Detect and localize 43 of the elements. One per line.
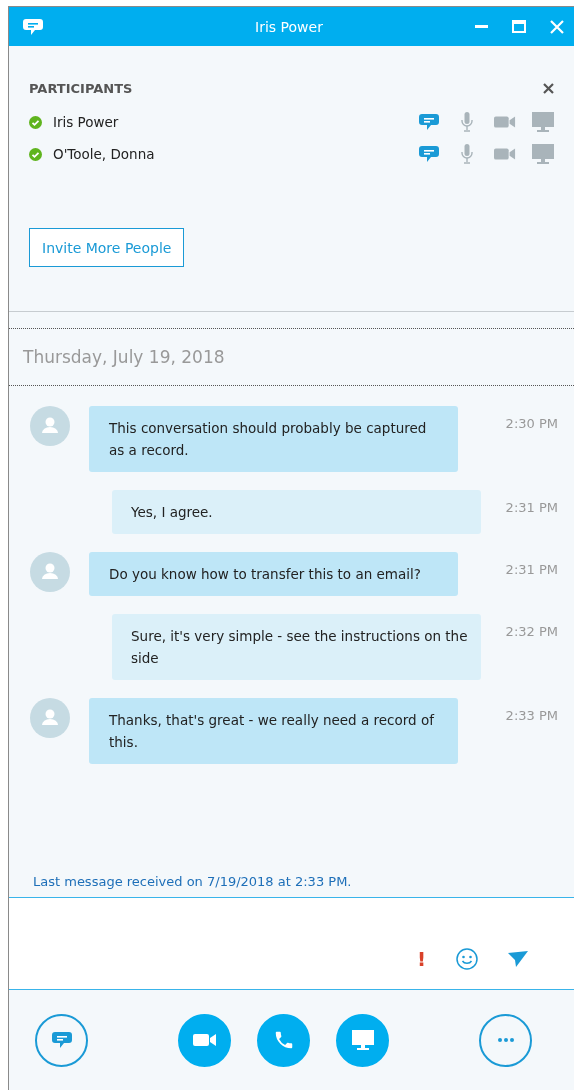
speech-bubble-icon — [23, 17, 43, 36]
close-icon[interactable] — [543, 83, 554, 94]
participant-name[interactable]: O'Toole, Donna — [53, 146, 155, 162]
send-icon[interactable] — [508, 951, 528, 967]
video-button[interactable] — [178, 1013, 231, 1067]
call-button[interactable] — [257, 1013, 310, 1067]
participants-heading: PARTICIPANTS — [29, 81, 133, 96]
message-input-field[interactable]: ! — [9, 898, 574, 990]
microphone-icon[interactable] — [461, 112, 473, 132]
message-time: 2:31 PM — [505, 499, 558, 515]
invite-more-people-button[interactable]: Invite More People — [29, 228, 185, 267]
smiley-icon[interactable] — [456, 948, 478, 970]
more-button[interactable] — [479, 1013, 532, 1067]
speech-bubble-icon[interactable] — [419, 145, 439, 163]
avatar-placeholder-icon — [30, 698, 70, 738]
maximize-icon[interactable] — [512, 20, 526, 33]
received-message: Thanks, that's great - we really need a record of this. — [89, 698, 458, 764]
more-icon[interactable] — [497, 1038, 514, 1042]
received-message: This conversation should probably be captured as a record. — [89, 406, 458, 472]
monitor-icon[interactable] — [532, 144, 554, 164]
message-time: 2:33 PM — [505, 707, 558, 723]
sent-message: Sure, it's very simple - see the instructions on the side — [112, 614, 481, 680]
video-camera-icon[interactable] — [192, 1033, 217, 1047]
avatar-placeholder-icon — [30, 552, 70, 592]
window-title: Iris Power — [254, 18, 323, 35]
microphone-icon[interactable] — [461, 144, 473, 164]
speech-bubble-icon[interactable] — [51, 1031, 72, 1049]
importance-button[interactable]: ! — [416, 947, 426, 971]
monitor-icon[interactable] — [532, 112, 554, 132]
avatar-placeholder-icon — [30, 406, 70, 446]
video-camera-icon[interactable] — [494, 115, 516, 129]
received-message: Do you know how to transfer this to an email? — [89, 552, 458, 596]
sent-message: Yes, I agree. — [112, 490, 481, 534]
message-time: 2:31 PM — [505, 561, 558, 577]
im-button[interactable] — [35, 1013, 88, 1067]
message-time: 2:30 PM — [505, 415, 558, 431]
date-header: Thursday, July 19, 2018 — [9, 328, 574, 386]
screen-button[interactable] — [336, 1013, 389, 1067]
participant-name[interactable]: Iris Power — [53, 114, 119, 130]
video-camera-icon[interactable] — [494, 147, 516, 161]
message-time: 2:32 PM — [505, 623, 558, 639]
speech-bubble-icon[interactable] — [419, 113, 439, 131]
monitor-icon[interactable] — [351, 1030, 374, 1050]
